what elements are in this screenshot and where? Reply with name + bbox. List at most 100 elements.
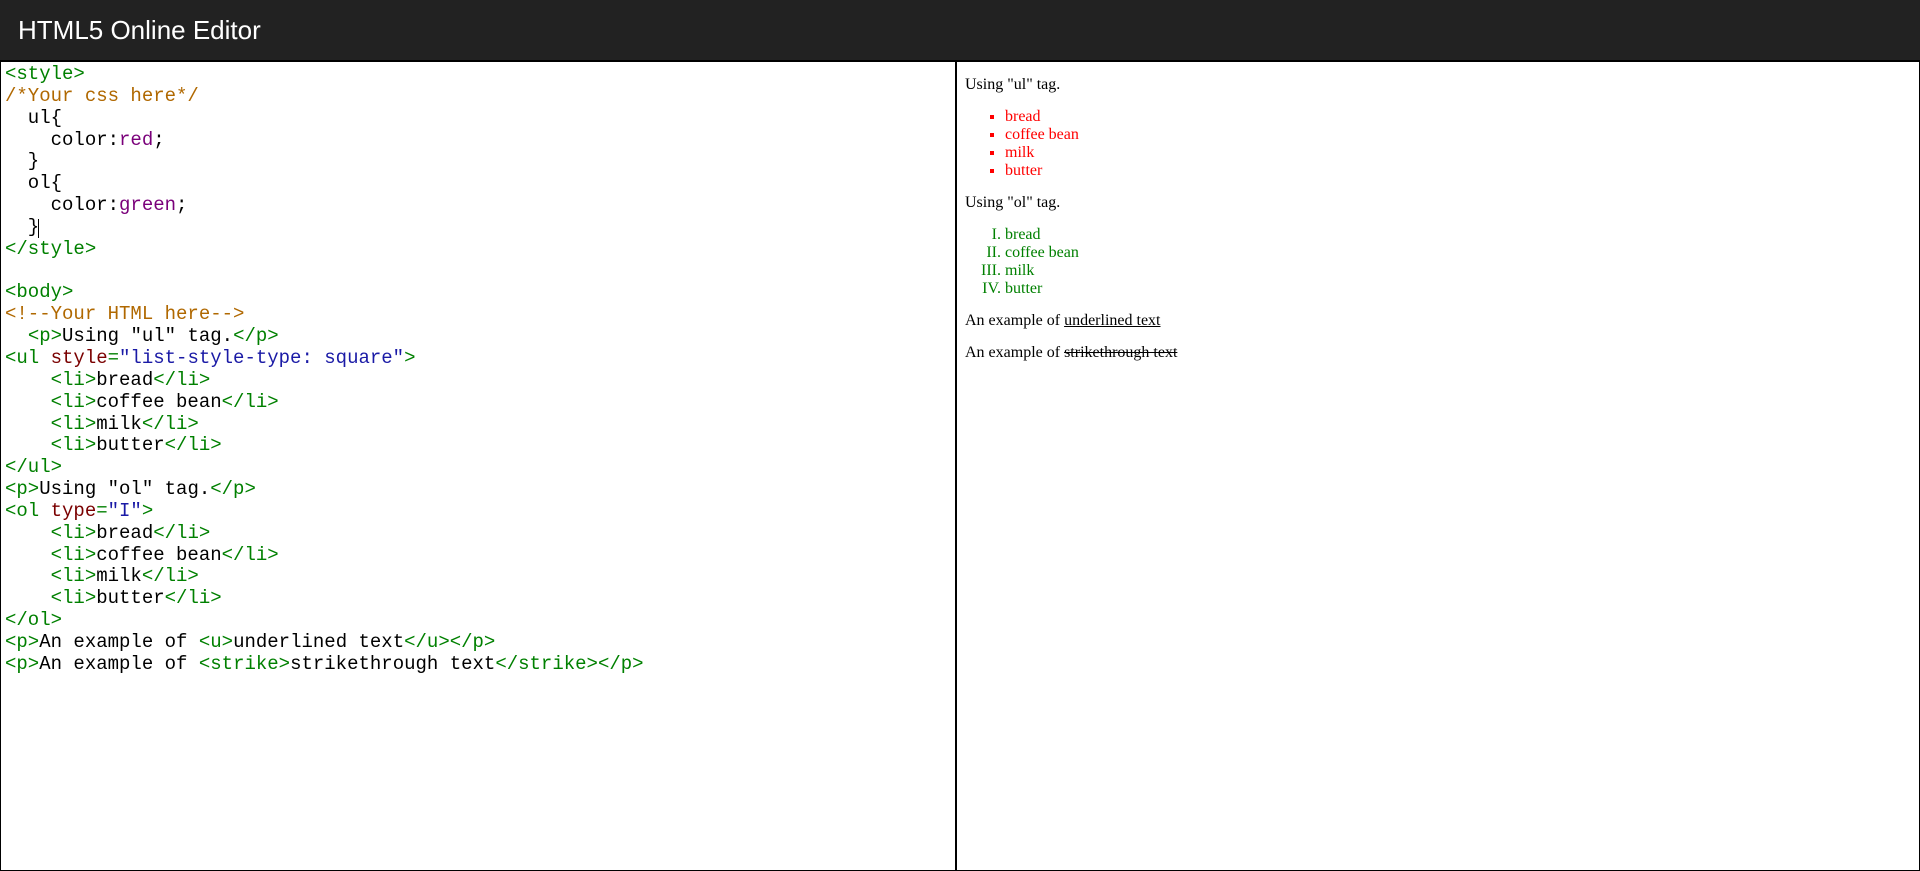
code-token: </li> [142,413,199,435]
code-line[interactable]: color:red; [5,130,951,152]
code-token: <p> [5,631,39,653]
app-title: HTML5 Online Editor [18,15,261,46]
code-line[interactable]: <li>butter</li> [5,435,951,457]
preview-text: An example of underlined text [965,312,1911,330]
code-token [5,565,51,587]
code-token: <li> [51,434,97,456]
code-token: "I" [108,500,142,522]
list-item: butter [1005,162,1911,180]
code-token: </li> [222,391,279,413]
code-line[interactable]: </ol> [5,610,951,632]
preview-ul: breadcoffee beanmilkbutter [965,108,1911,180]
preview-text: Using "ul" tag. [965,76,1911,94]
code-line[interactable]: <li>milk</li> [5,566,951,588]
code-token: color: [5,194,119,216]
code-token: </li> [153,369,210,391]
code-line[interactable]: <li>coffee bean</li> [5,392,951,414]
code-token: </p> [450,631,496,653]
preview-ol: breadcoffee beanmilkbutter [965,226,1911,298]
code-token: milk [96,565,142,587]
code-line[interactable]: <style> [5,64,951,86]
code-token: coffee bean [96,544,221,566]
code-token: butter [96,434,164,456]
code-line[interactable]: <p>An example of <strike>strikethrough t… [5,654,951,676]
code-token: </strike> [495,653,598,675]
code-line[interactable]: <li>bread</li> [5,523,951,545]
code-token: <p> [5,478,39,500]
code-token: ; [176,194,187,216]
code-line[interactable]: ul{ [5,108,951,130]
code-line[interactable]: <li>butter</li> [5,588,951,610]
code-line[interactable]: </style> [5,239,951,261]
code-token: bread [96,369,153,391]
code-token: underlined text [233,631,404,653]
preview-pane: Using "ul" tag. breadcoffee beanmilkbutt… [956,61,1920,871]
code-token: <body> [5,281,73,303]
code-line[interactable]: <li>coffee bean</li> [5,545,951,567]
code-line[interactable]: <p>Using "ul" tag.</p> [5,326,951,348]
code-line[interactable]: <p>An example of <u>underlined text</u><… [5,632,951,654]
code-token: style [51,347,108,369]
code-token: <ul [5,347,51,369]
code-token: <li> [51,565,97,587]
code-line[interactable]: /*Your css here*/ [5,86,951,108]
code-token: strikethrough text [290,653,495,675]
code-token: ul{ [5,107,62,129]
code-token: > [142,500,153,522]
code-token [5,544,51,566]
code-line[interactable]: color:green; [5,195,951,217]
code-line[interactable]: <p>Using "ol" tag.</p> [5,479,951,501]
code-editor[interactable]: <style>/*Your css here*/ ul{ color:red; … [0,61,956,871]
code-token [5,391,51,413]
code-token: <p> [28,325,62,347]
code-line[interactable]: } [5,151,951,173]
list-item: coffee bean [1005,126,1911,144]
code-line[interactable] [5,261,951,283]
text-caret [38,219,39,238]
code-token: ; [153,129,164,151]
code-token: An example of [39,653,199,675]
code-line[interactable]: <li>bread</li> [5,370,951,392]
code-token: = [96,500,107,522]
underlined-text: underlined text [1064,312,1160,329]
preview-text: An example of strikethrough text [965,344,1911,362]
code-token: Using "ul" tag. [62,325,233,347]
code-token: <u> [199,631,233,653]
code-line[interactable]: </ul> [5,457,951,479]
code-token: color: [5,129,119,151]
app-header: HTML5 Online Editor [0,0,1920,60]
code-token: "list-style-type: square" [119,347,404,369]
code-token [5,325,28,347]
list-item: bread [1005,226,1911,244]
code-line[interactable]: <li>milk</li> [5,414,951,436]
code-line[interactable]: <ol type="I"> [5,501,951,523]
list-item: coffee bean [1005,244,1911,262]
code-token: = [108,347,119,369]
code-token: <li> [51,391,97,413]
code-line[interactable]: <ul style="list-style-type: square"> [5,348,951,370]
code-token: </li> [142,565,199,587]
code-token: </li> [222,544,279,566]
list-item: bread [1005,108,1911,126]
code-token: </li> [165,587,222,609]
code-line[interactable]: } [5,217,951,239]
code-token: <ol [5,500,51,522]
list-item: milk [1005,144,1911,162]
code-token: milk [96,413,142,435]
code-line[interactable]: <body> [5,282,951,304]
code-token: <li> [51,544,97,566]
code-token: </ol> [5,609,62,631]
code-token: red [119,129,153,151]
code-token: <!--Your HTML here--> [5,303,244,325]
code-token [5,522,51,544]
code-token: bread [96,522,153,544]
code-token: coffee bean [96,391,221,413]
code-token: } [5,150,39,172]
code-token: /*Your css here*/ [5,85,199,107]
code-token: <li> [51,413,97,435]
code-line[interactable]: ol{ [5,173,951,195]
code-line[interactable]: <!--Your HTML here--> [5,304,951,326]
list-item: milk [1005,262,1911,280]
code-token [5,587,51,609]
code-token: </style> [5,238,96,260]
